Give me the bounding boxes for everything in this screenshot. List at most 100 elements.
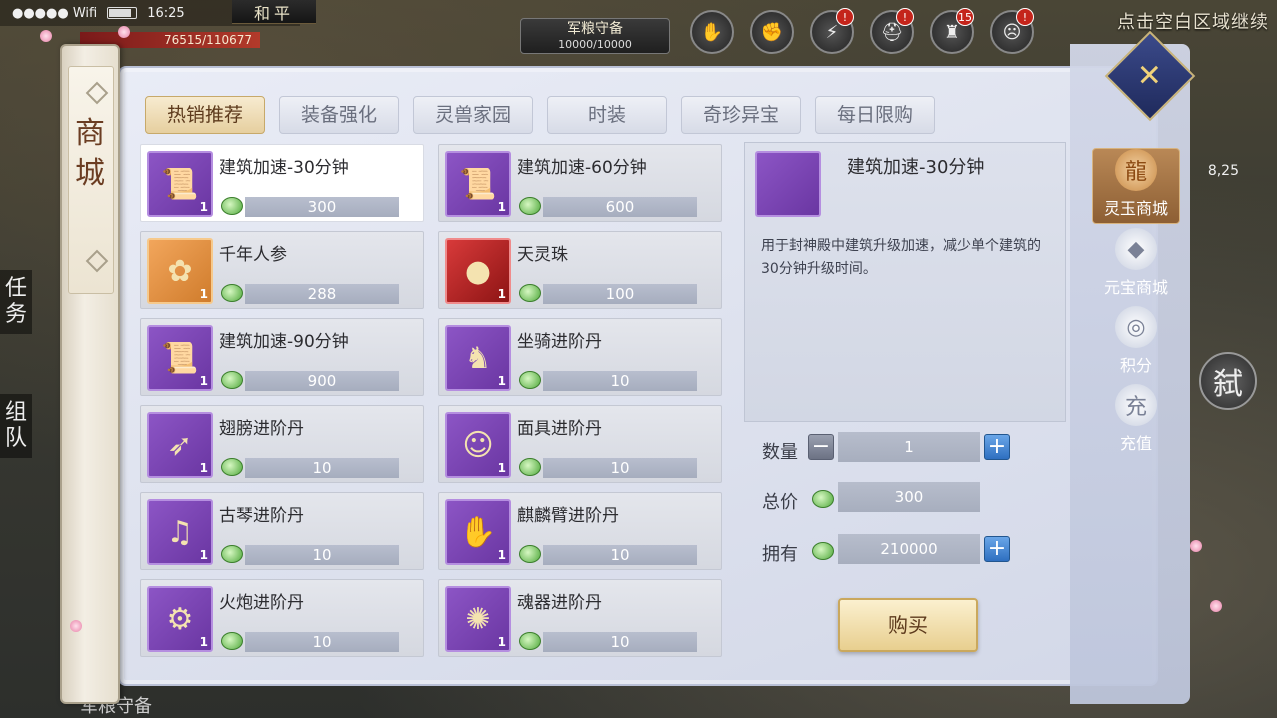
ornament-icon [85,81,109,105]
blossom-decoration [118,26,130,38]
feather-icon: ➶ 1 [147,412,213,478]
tab-0[interactable]: 热销推荐 [145,96,265,134]
blossom-decoration [40,30,52,42]
item-name: 建筑加速-60分钟 [517,158,647,178]
jade-currency-icon [221,632,243,650]
skill-button[interactable]: 弑 [1199,352,1257,410]
shop-item[interactable]: ✺ 1 魂器进阶丹 10 [438,579,722,657]
jade-currency-icon [221,197,243,215]
jade-currency-icon [519,284,541,302]
shop-item[interactable]: ♞ 1 坐骑进阶丹 10 [438,318,722,396]
close-button[interactable]: ✕ [1104,30,1196,122]
zither-icon-glyph: ♫ [166,514,194,550]
blossom-decoration [70,620,82,632]
notification-badge: ! [1016,8,1034,26]
jade-currency-icon [812,490,834,508]
peace-mode-toggle[interactable]: 和平 [232,0,316,24]
side-tab-icon: ◎ [1115,306,1157,348]
jade-currency-icon [519,632,541,650]
item-price: 10 [245,545,399,565]
zither-icon: ♫ 1 [147,499,213,565]
quantity-plus-button[interactable]: + [984,434,1010,460]
ornament-icon [85,249,109,273]
notification-badge: ! [896,8,914,26]
buy-button[interactable]: 购买 [838,598,978,652]
side-tab-icon: ◆ [1115,228,1157,270]
item-quantity: 1 [199,635,208,649]
item-price: 900 [245,371,399,391]
item-name: 魂器进阶丹 [517,593,602,613]
top-icon-glyph: ☹ [1002,21,1022,43]
shop-item[interactable]: ➶ 1 翅膀进阶丹 10 [140,405,424,483]
horse-icon-glyph: ♞ [464,340,492,376]
shop-item[interactable]: ● 1 天灵珠 100 [438,231,722,309]
side-tab-3[interactable]: 充充值 [1092,382,1180,458]
mask-icon-glyph: ☺ [462,427,494,463]
total-label: 总价 [762,492,798,513]
currency-side-tabs: 龍灵玉商城 ◆ 元宝商城 ◎ 积分充充值 [1092,148,1180,460]
task-tab[interactable]: 任务 [0,270,32,334]
item-name: 火炮进阶丹 [219,593,304,613]
item-name: 坐骑进阶丹 [517,332,602,352]
shop-title-scroll: 商城 [60,44,120,704]
quantity-field[interactable]: 1 [838,432,980,462]
jade-currency-icon [221,458,243,476]
shop-item[interactable]: ☺ 1 面具进阶丹 10 [438,405,722,483]
detail-description: 用于封神殿中建筑升级加速，减少单个建筑的30分钟升级时间。 [761,238,1041,277]
scroll-icon: 📜 1 [147,325,213,391]
scroll-icon-glyph: 📜 [161,166,199,202]
tab-2[interactable]: 灵兽家园 [413,96,533,134]
top-icon-glyph: ✋ [700,21,724,43]
shop-item[interactable]: ⚙ 1 火炮进阶丹 10 [140,579,424,657]
mask-icon: ☺ 1 [445,412,511,478]
recharge-plus-button[interactable]: + [984,536,1010,562]
item-quantity: 1 [199,287,208,301]
item-name: 古琴进阶丹 [219,506,304,526]
category-tabs: 热销推荐 装备强化 灵兽家园 时装 奇珍异宝 每日限购 [145,96,935,134]
shop-item[interactable]: 📜 1 建筑加速-60分钟 600 [438,144,722,222]
item-price: 10 [245,458,399,478]
item-quantity: 1 [497,374,506,388]
blossom-decoration [1190,540,1202,552]
shop-item[interactable]: ✿ 1 千年人参 288 [140,231,424,309]
shop-item[interactable]: ✋ 1 麒麟臂进阶丹 10 [438,492,722,570]
clock-text: 16:25 [147,5,185,21]
cannon-icon: ⚙ 1 [147,586,213,652]
item-quantity: 1 [199,374,208,388]
tab-3[interactable]: 时装 [547,96,667,134]
right-scroll: ✕ 龍灵玉商城 ◆ 元宝商城 ◎ 积分充充值 [1070,30,1196,704]
side-tab-1[interactable]: ◆ 元宝商城 [1092,226,1180,302]
ginseng-icon-glyph: ✿ [167,253,193,289]
shop-item[interactable]: ♫ 1 古琴进阶丹 10 [140,492,424,570]
item-price: 10 [543,632,697,652]
orb-icon: ● 1 [445,238,511,304]
cannon-icon-glyph: ⚙ [166,601,194,637]
scroll-icon-glyph: 📜 [161,340,199,376]
quantity-minus-button[interactable]: − [808,434,834,460]
item-name: 天灵珠 [517,245,568,265]
hint-text: 点击空白区域继续 [1117,12,1269,33]
item-name: 面具进阶丹 [517,419,602,439]
amulet-icon-glyph: ✺ [465,601,491,637]
shop-item[interactable]: 📜 1 建筑加速-30分钟 300 [140,144,424,222]
tab-1[interactable]: 装备强化 [279,96,399,134]
item-name: 千年人参 [219,245,287,265]
item-quantity: 1 [199,200,208,214]
jade-currency-icon [812,542,834,560]
shop-item[interactable]: 📜 1 建筑加速-90分钟 900 [140,318,424,396]
side-tab-0[interactable]: 龍灵玉商城 [1092,148,1180,224]
team-tab[interactable]: 组队 [0,394,32,458]
battery-icon [107,7,138,19]
close-icon: ✕ [1137,58,1163,94]
side-tab-2[interactable]: ◎ 积分 [1092,304,1180,380]
notification-badge: 15 [956,8,974,26]
item-price: 100 [543,284,697,304]
tab-5[interactable]: 每日限购 [815,96,935,134]
tab-4[interactable]: 奇珍异宝 [681,96,801,134]
item-price: 10 [543,458,697,478]
item-quantity: 1 [497,461,506,475]
item-price: 288 [245,284,399,304]
left-hud-tabs: 任务 组队 [0,270,60,464]
top-icon-glyph: ♜ [943,21,961,43]
feather-icon-glyph: ➶ [167,427,193,463]
